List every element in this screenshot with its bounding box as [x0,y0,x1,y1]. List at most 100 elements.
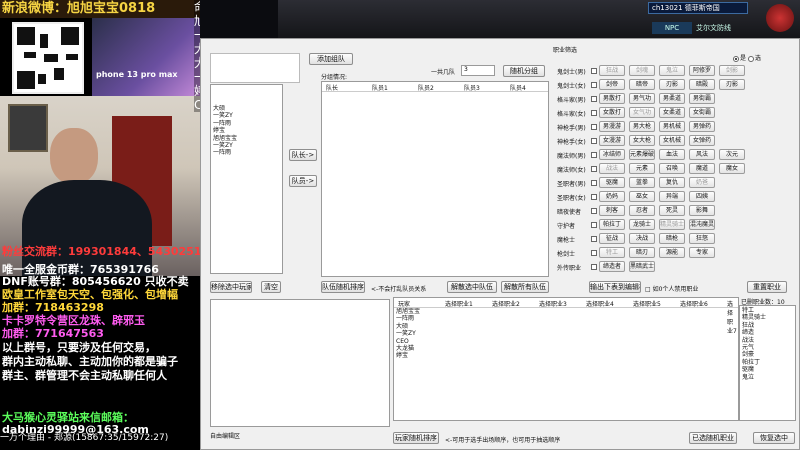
add-team-button[interactable]: 添加组队 [309,53,353,65]
job-button[interactable]: 龙骑士 [629,219,655,230]
job-button[interactable]: 暗刃 [629,247,655,258]
job-button[interactable]: 刃影 [659,79,685,90]
job-class-checkbox[interactable] [591,236,597,242]
job-button[interactable]: 四姨 [689,191,715,202]
job-class-checkbox[interactable] [591,138,597,144]
job-button[interactable]: 奶妈 [599,191,625,202]
job-button[interactable]: 剑魂 [629,65,655,76]
selected-job-item[interactable]: 剑豪 [740,351,795,358]
job-button[interactable]: 缔造者 [599,261,625,272]
job-class-checkbox[interactable] [591,110,597,116]
job-button[interactable]: 巫女 [629,191,655,202]
job-button[interactable]: 精灵骑士 [659,219,685,230]
job-button[interactable]: 刃影 [719,79,745,90]
team-count-input[interactable]: 3 [461,65,495,76]
job-button[interactable]: 黑暗武士 [629,261,655,272]
job-button[interactable]: 女街霸 [689,107,715,118]
job-class-checkbox[interactable] [591,194,597,200]
radio-yes[interactable] [733,55,739,62]
job-button[interactable]: 混沌魔灵 [689,219,715,230]
remove-selected-button[interactable]: 移除选中玩家 [210,281,252,293]
job-button[interactable]: 影舞 [689,205,715,216]
job-button[interactable]: 风法 [689,149,715,160]
job-button[interactable]: 驱魔 [599,177,625,188]
job-button[interactable]: 女机械 [659,135,685,146]
job-button[interactable]: 男弹药 [689,121,715,132]
job-button[interactable]: 蓝拳 [629,177,655,188]
player-row[interactable]: 婷宝 [394,352,738,359]
job-button[interactable]: 男大枪 [629,121,655,132]
job-button[interactable]: 死灵 [659,205,685,216]
job-button[interactable]: 奶爸 [689,177,715,188]
job-button[interactable]: 鬼泣 [659,65,685,76]
job-button[interactable]: 特工 [599,247,625,258]
job-button[interactable]: 男漫游 [599,121,625,132]
npc-tab[interactable]: NPC [652,22,692,34]
job-button[interactable]: 魔女 [719,163,745,174]
job-class-checkbox[interactable] [591,124,597,130]
job-button[interactable]: 血法 [659,149,685,160]
free-edit-area[interactable] [210,299,390,427]
to-member-button[interactable]: 队员-> [289,175,317,187]
job-button[interactable]: 源能 [659,247,685,258]
job-class-checkbox[interactable] [591,166,597,172]
job-button[interactable]: 忍者 [629,205,655,216]
list-item[interactable]: 一阵雨 [211,149,282,156]
selected-job-item[interactable]: 鬼泣 [740,374,795,381]
job-button[interactable]: 冰结师 [599,149,625,160]
selected-jobs-list[interactable]: 特工 精灵骑士 狂战 缔造 战法 元气 剑豪 帕拉丁 驱魔 鬼泣 [739,305,796,421]
job-button[interactable]: 次元 [719,149,745,160]
job-button[interactable]: 战法 [599,163,625,174]
team-shuffle-button[interactable]: 队伍随机排序 [321,281,365,293]
job-button[interactable]: 征战 [599,233,625,244]
selected-job-item[interactable]: 驱魔 [740,366,795,373]
job-class-checkbox[interactable] [591,222,597,228]
dissolve-selected-button[interactable]: 解散选中队伍 [447,281,497,293]
list-item[interactable]: 婷宝 [211,127,282,134]
team-grid[interactable]: 队长 队员1 队员2 队员3 队员4 [321,81,549,277]
job-button[interactable]: 异端 [659,191,685,202]
selected-random-job-button[interactable]: 已选随机职业 [689,432,737,444]
export-job-button[interactable]: 输出下表到编辑框 [589,281,641,293]
job-button[interactable]: 刺客 [599,205,625,216]
job-button[interactable]: 男街霸 [689,93,715,104]
job-button[interactable]: 女大枪 [629,135,655,146]
selected-job-item[interactable]: 战法 [740,337,795,344]
restore-selected-button[interactable]: 恢复选中 [753,432,795,444]
job-class-checkbox[interactable] [591,68,597,74]
player-row[interactable]: 大龙猫 [394,345,738,352]
job-button[interactable]: 暗殿 [689,79,715,90]
player-shuffle-button[interactable]: 玩家随机排序 [393,432,439,444]
job-button[interactable]: 男散打 [599,93,625,104]
job-button[interactable]: 剑帝 [599,79,625,90]
job-button[interactable]: 女散打 [599,107,625,118]
job-button[interactable]: 男气功 [629,93,655,104]
reset-job-button[interactable]: 重置职业 [747,281,787,293]
job-class-checkbox[interactable] [591,250,597,256]
job-button[interactable]: 暗帝 [629,79,655,90]
job-button[interactable]: 元素爆破 [629,149,655,160]
player-input-box[interactable] [210,53,300,83]
job-button[interactable]: 阿修罗 [689,65,715,76]
job-button[interactable]: 女柔道 [659,107,685,118]
job-button[interactable]: 男机械 [659,121,685,132]
job-button[interactable]: 女弹药 [689,135,715,146]
job-button[interactable]: 元素 [629,163,655,174]
job-class-checkbox[interactable] [591,180,597,186]
to-leader-button[interactable]: 队长-> [289,149,317,161]
player-row[interactable]: CEO [394,338,738,345]
job-class-checkbox[interactable] [591,152,597,158]
job-class-checkbox[interactable] [591,82,597,88]
job-button[interactable]: 魔道 [689,163,715,174]
job-button[interactable]: 狂战 [599,65,625,76]
job-button[interactable]: 女漫游 [599,135,625,146]
list-item[interactable]: 旭旭宝宝 [211,135,282,142]
random-group-button[interactable]: 随机分组 [503,65,545,77]
job-button[interactable]: 狂怒 [689,233,715,244]
job-button[interactable]: 男柔道 [659,93,685,104]
selected-job-item[interactable]: 缔造 [740,329,795,336]
job-button[interactable]: 女气功 [629,107,655,118]
job-button[interactable]: 暗枪 [659,233,685,244]
player-row[interactable]: 一笑ZY [394,330,738,337]
player-pool-list[interactable]: 大硕 一笑ZY 一阵雨 婷宝 旭旭宝宝 一笑ZY 一阵雨 [210,84,283,274]
